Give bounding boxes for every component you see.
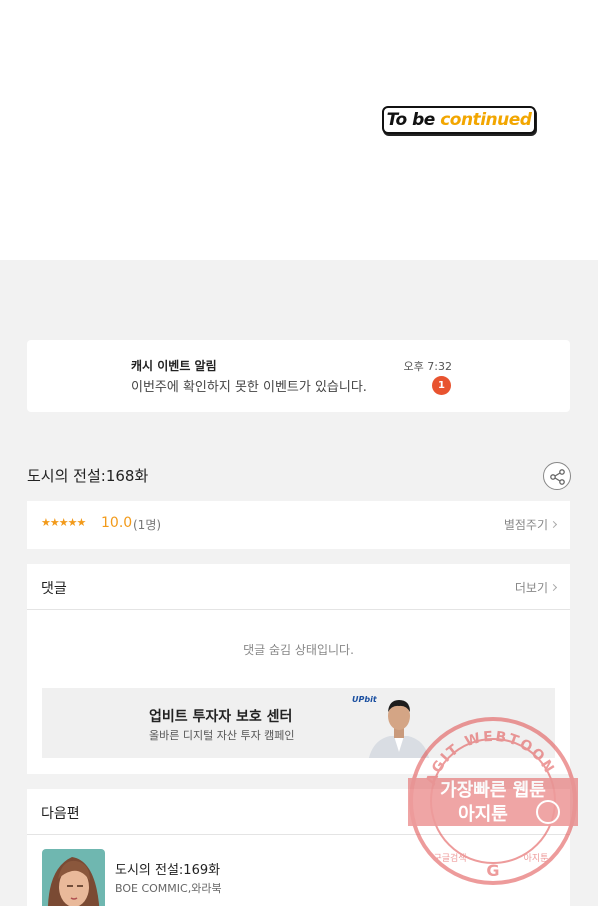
next-episode-author: BOE COMMIC,와라북 bbox=[115, 882, 222, 895]
to-be-continued-banner: To be continued bbox=[382, 106, 536, 134]
comments-section: 댓글 더보기 댓글 숨김 상태입니다. 업비트 투자자 보호 센터 올바른 디지… bbox=[27, 564, 570, 774]
ad-subtitle: 올바른 디지털 자산 투자 캠페인 bbox=[149, 729, 295, 742]
notification-title: 캐시 이벤트 알림 bbox=[131, 359, 217, 373]
notification-time: 오후 7:32 bbox=[403, 360, 452, 373]
next-title: 다음편 bbox=[41, 806, 80, 822]
share-button[interactable] bbox=[543, 462, 571, 490]
comments-more-button[interactable]: 더보기 bbox=[514, 579, 558, 596]
rating-card: ★★★★★ 10.0 (1명) 별점주기 bbox=[27, 501, 570, 549]
banner-text-2: continued bbox=[440, 110, 532, 130]
share-icon bbox=[550, 469, 565, 485]
banner-text-1: To be bbox=[386, 110, 441, 130]
more-label: 더보기 bbox=[514, 581, 548, 595]
chevron-right-icon bbox=[549, 520, 558, 529]
comments-hidden-message: 댓글 숨김 상태입니다. bbox=[243, 643, 354, 657]
notification-message: 이번주에 확인하지 못한 이벤트가 있습니다. bbox=[131, 380, 367, 395]
rating-score: 10.0 bbox=[101, 515, 133, 531]
rate-button[interactable]: 별점주기 bbox=[503, 516, 558, 533]
thumbnail-image bbox=[42, 849, 105, 906]
episode-title: 도시의 전설:168화 bbox=[27, 467, 149, 485]
notification-card[interactable]: 캐시 이벤트 알림 이번주에 확인하지 못한 이벤트가 있습니다. 오후 7:3… bbox=[27, 340, 570, 412]
comments-title: 댓글 bbox=[41, 581, 67, 597]
ad-title: 업비트 투자자 보호 센터 bbox=[149, 709, 293, 725]
rating-count: (1명) bbox=[133, 518, 162, 532]
next-episode-section[interactable]: 다음편 도시의 전설:169화 BOE COMMIC,와라북 bbox=[27, 789, 570, 906]
ad-banner[interactable]: 업비트 투자자 보호 센터 올바른 디지털 자산 투자 캠페인 UPbit bbox=[42, 688, 555, 758]
next-header: 다음편 bbox=[27, 789, 570, 835]
comments-header: 댓글 더보기 bbox=[27, 564, 570, 610]
webtoon-panel-end: To be continued bbox=[0, 0, 598, 260]
chevron-right-icon bbox=[549, 583, 558, 592]
rate-button-label: 별점주기 bbox=[503, 518, 548, 532]
next-episode-thumbnail[interactable] bbox=[42, 849, 105, 906]
notification-badge: 1 bbox=[432, 376, 451, 395]
star-rating-icon: ★★★★★ bbox=[41, 516, 86, 529]
next-episode-title: 도시의 전설:169화 bbox=[115, 863, 221, 878]
ad-person-image bbox=[368, 700, 430, 758]
